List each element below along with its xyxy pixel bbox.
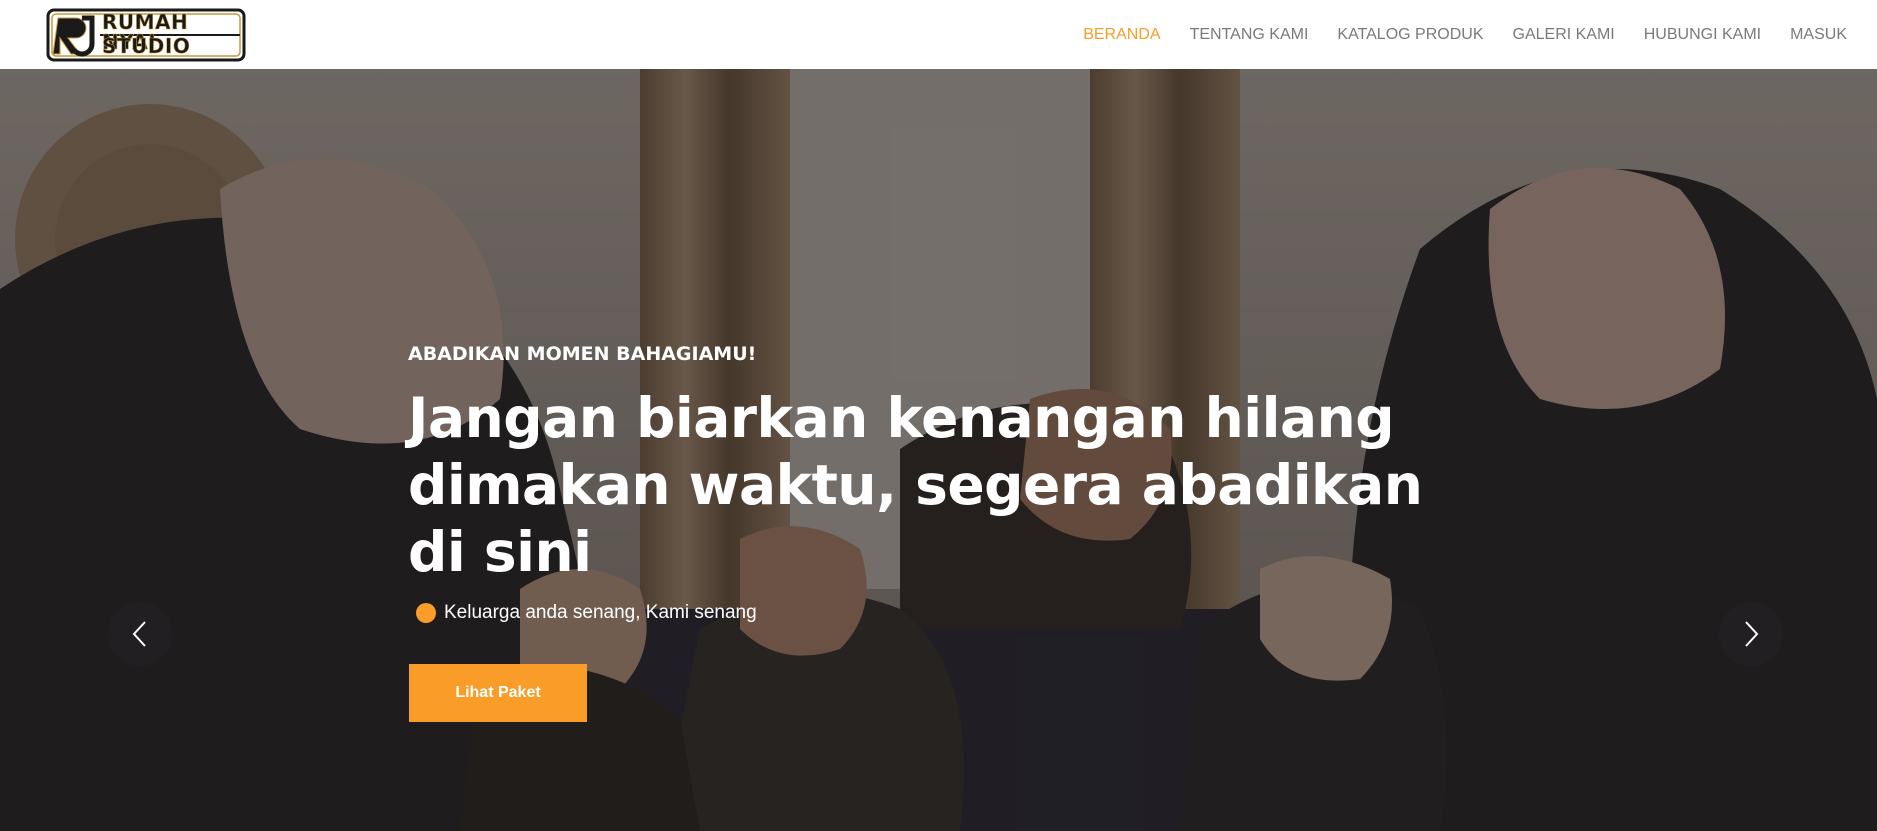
chevron-left-icon [132,621,146,647]
hero-content: ABADIKAN MOMEN BAHAGIAMU! Jangan biarkan… [408,343,1508,624]
hero-title: Jangan biarkan kenangan hilang dimakan w… [408,386,1423,584]
nav-item-galeri-kami[interactable]: GALERI KAMI [1498,26,1629,44]
nav-item-beranda[interactable]: BERANDA [1069,26,1175,44]
logo-text-secondary: STUDIO [102,33,191,58]
brand-logo[interactable]: RUMAH NYAI STUDIO [46,6,246,64]
chevron-right-icon [1745,621,1759,647]
nav-item-hubungi-kami[interactable]: HUBUNGI KAMI [1629,26,1775,44]
lihat-paket-button[interactable]: Lihat Paket [409,664,587,722]
slider-next-button[interactable] [1719,602,1783,666]
slider-prev-button[interactable] [108,602,172,666]
hero-subtitle: Keluarga anda senang, Kami senang [444,602,757,623]
nav-item-tentang-kami[interactable]: TENTANG KAMI [1175,26,1323,44]
hero-subtitle-row: Keluarga anda senang, Kami senang [408,602,1508,624]
nav-item-masuk[interactable]: MASUK [1776,26,1847,44]
main-nav: BERANDA TENTANG KAMI KATALOG PRODUK GALE… [1069,0,1847,69]
site-header: RUMAH NYAI STUDIO BERANDA TENTANG KAMI K… [0,0,1877,69]
bullet-dot-icon [416,603,436,623]
hero-kicker: ABADIKAN MOMEN BAHAGIAMU! [408,343,757,365]
nav-item-katalog-produk[interactable]: KATALOG PRODUK [1323,26,1498,44]
